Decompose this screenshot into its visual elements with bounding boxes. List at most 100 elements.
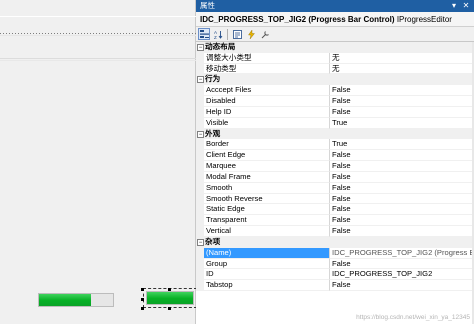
svg-text:Z: Z <box>214 35 217 39</box>
object-type: IProgressEditor <box>396 15 452 24</box>
collapse-icon[interactable]: − <box>197 76 204 84</box>
collapse-icon[interactable]: − <box>197 44 204 51</box>
divider <box>0 35 196 36</box>
property-row[interactable]: Group False <box>196 258 474 270</box>
property-name: (Name) <box>204 247 329 259</box>
category-row[interactable]: − 动态布局 <box>196 42 474 53</box>
resize-handle[interactable] <box>141 307 144 310</box>
category-row[interactable]: − 外观 <box>196 128 474 140</box>
property-value[interactable]: False <box>329 280 474 292</box>
property-name: Transparent <box>204 215 329 227</box>
row-gutter <box>196 52 204 64</box>
property-row[interactable]: 调整大小类型无 <box>196 52 474 64</box>
property-value[interactable]: IDC_PROGRESS_TOP_JIG2 <box>329 269 474 281</box>
watermark: https://blog.csdn.net/wei_xin_ya_12345 <box>356 314 470 321</box>
property-row[interactable]: Border True <box>196 139 474 151</box>
property-value[interactable]: False <box>329 96 474 107</box>
collapse-icon[interactable]: − <box>197 238 204 246</box>
property-row[interactable]: Modal Frame False <box>196 171 474 183</box>
property-value[interactable]: False <box>329 150 474 162</box>
property-row[interactable]: Visible True <box>196 117 474 129</box>
row-gutter <box>196 280 204 292</box>
object-name: IDC_PROGRESS_TOP_JIG2 (Progress Bar Cont… <box>200 15 395 24</box>
progress-bar-control-selected[interactable] <box>143 288 197 308</box>
row-gutter <box>196 85 204 97</box>
property-value[interactable]: False <box>329 171 474 183</box>
property-row[interactable]: Tabstop False <box>196 280 474 292</box>
property-value[interactable]: True <box>329 139 474 151</box>
row-gutter <box>196 215 204 227</box>
property-value[interactable]: False <box>329 258 474 270</box>
property-row[interactable]: Static Edge False <box>196 204 474 216</box>
property-value[interactable]: False <box>329 161 474 172</box>
property-name: ID <box>204 269 329 281</box>
close-icon[interactable]: ✕ <box>460 0 472 12</box>
property-name: 移动类型 <box>204 64 329 75</box>
dotted-ruler <box>0 33 196 34</box>
resize-handle[interactable] <box>168 288 171 291</box>
property-name: Acccept Files <box>204 85 329 97</box>
alphabetical-icon[interactable]: AZ <box>212 28 224 40</box>
divider <box>0 60 196 61</box>
property-value[interactable]: False <box>329 226 474 237</box>
category-row[interactable]: − 杂项 <box>196 236 474 248</box>
property-value[interactable]: False <box>329 215 474 227</box>
property-row[interactable]: Marquee False <box>196 161 474 172</box>
properties-toolbar: AZ <box>196 27 474 42</box>
events-icon[interactable] <box>245 28 257 40</box>
row-gutter <box>196 63 204 75</box>
property-value[interactable]: True <box>329 117 474 129</box>
property-value[interactable]: False <box>329 193 474 205</box>
property-name: 调整大小类型 <box>204 53 329 64</box>
properties-icon[interactable] <box>231 28 243 40</box>
row-gutter <box>196 247 204 259</box>
category-label: 杂项 <box>205 236 221 246</box>
property-row[interactable]: 移动类型无 <box>196 63 474 75</box>
progress-fill <box>39 294 91 306</box>
property-row[interactable]: Help ID False <box>196 106 474 118</box>
property-name: Group <box>204 259 329 270</box>
property-row[interactable]: (Name)IDC_PROGRESS_TOP_JIG2 (Progress Ba… <box>196 247 474 259</box>
property-row[interactable]: Disabled False <box>196 96 474 107</box>
progress-fill <box>147 292 193 304</box>
property-value[interactable]: False <box>329 106 474 118</box>
property-value[interactable]: False <box>329 85 474 97</box>
property-row[interactable]: ID IDC_PROGRESS_TOP_JIG2 <box>196 269 474 281</box>
property-pages-icon[interactable] <box>259 28 271 40</box>
property-value[interactable]: IDC_PROGRESS_TOP_JIG2 (Progress Bar Cont… <box>329 247 474 259</box>
properties-window: 属性 ▾ ✕ IDC_PROGRESS_TOP_JIG2 (Progress B… <box>196 0 474 324</box>
property-value[interactable]: False <box>329 182 474 194</box>
resize-handle[interactable] <box>168 307 171 310</box>
property-name: Smooth <box>204 183 329 194</box>
property-grid: − 动态布局 调整大小类型无移动类型无 − 行为 Acccept Files False Di… <box>196 42 474 292</box>
property-name: Smooth Reverse <box>204 194 329 205</box>
resize-handle[interactable] <box>141 288 144 291</box>
category-label: 外观 <box>205 128 221 138</box>
pin-icon[interactable]: ▾ <box>448 0 460 12</box>
property-row[interactable]: Smooth Reverse False <box>196 193 474 205</box>
property-row[interactable]: Acccept Files False <box>196 85 474 97</box>
property-name: Tabstop <box>204 280 329 292</box>
property-value[interactable]: 无 <box>329 52 474 64</box>
object-selector[interactable]: IDC_PROGRESS_TOP_JIG2 (Progress Bar Cont… <box>196 12 474 27</box>
collapse-icon[interactable]: − <box>197 130 204 138</box>
resize-handle[interactable] <box>141 298 144 301</box>
property-value[interactable]: False <box>329 204 474 216</box>
property-row[interactable]: Transparent False <box>196 215 474 227</box>
category-row[interactable]: − 行为 <box>196 74 474 86</box>
toolbar-separator <box>227 28 228 40</box>
properties-title-bar: 属性 ▾ ✕ <box>196 0 474 12</box>
property-row[interactable]: Client Edge False <box>196 150 474 162</box>
dialog-design-surface[interactable] <box>0 0 197 324</box>
panel-title: 属性 <box>200 1 215 10</box>
property-row[interactable]: Vertical False <box>196 226 474 237</box>
categorized-icon[interactable] <box>198 28 210 40</box>
property-name: Marquee <box>204 161 329 172</box>
progress-bar-control[interactable] <box>38 293 114 307</box>
property-value[interactable]: 无 <box>329 63 474 75</box>
property-name: Disabled <box>204 96 329 107</box>
property-name: Modal Frame <box>204 172 329 183</box>
row-gutter <box>196 171 204 183</box>
divider <box>0 58 196 59</box>
property-row[interactable]: Smooth False <box>196 182 474 194</box>
